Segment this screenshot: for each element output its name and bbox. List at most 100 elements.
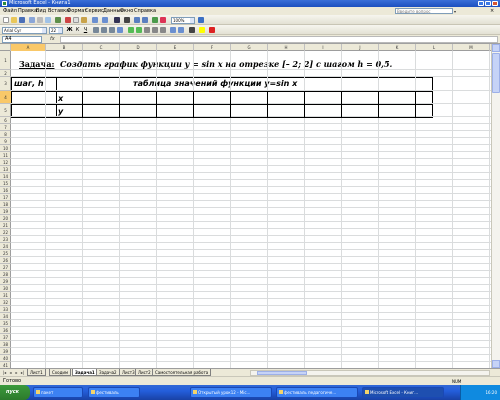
row-header-2[interactable]: 2	[0, 70, 11, 77]
help-icon[interactable]	[198, 17, 204, 23]
row-header-8[interactable]: 8	[0, 131, 11, 138]
menu-tools[interactable]: Сервис	[85, 7, 104, 15]
font-color-icon[interactable]	[209, 27, 215, 33]
row-header-34[interactable]: 34	[0, 313, 11, 320]
save-icon[interactable]	[19, 17, 25, 23]
insert-function-icon[interactable]: fx	[50, 36, 55, 43]
row-header-37[interactable]: 37	[0, 334, 11, 341]
row-header-35[interactable]: 35	[0, 320, 11, 327]
undo-icon[interactable]	[92, 17, 98, 23]
column-header-e[interactable]: E	[157, 44, 194, 51]
row-header-19[interactable]: 19	[0, 208, 11, 215]
scroll-up-button[interactable]	[492, 44, 500, 52]
redo-icon[interactable]	[102, 17, 108, 23]
row-header-16[interactable]: 16	[0, 187, 11, 194]
taskbar-button-2[interactable]: фестиваль	[88, 387, 140, 398]
maximize-button[interactable]	[485, 1, 491, 6]
minimize-button[interactable]	[478, 1, 484, 6]
row-header-18[interactable]: 18	[0, 201, 11, 208]
row-header-4[interactable]: 4	[0, 91, 11, 104]
scroll-down-button[interactable]	[492, 360, 500, 368]
row-header-23[interactable]: 23	[0, 236, 11, 243]
row-header-33[interactable]: 33	[0, 306, 11, 313]
fill-color-icon[interactable]	[199, 27, 205, 33]
row-header-3[interactable]: 3	[0, 77, 11, 91]
currency-icon[interactable]	[128, 27, 134, 33]
row-header-26[interactable]: 26	[0, 257, 11, 264]
row-header-27[interactable]: 27	[0, 264, 11, 271]
hyperlink-icon[interactable]	[114, 17, 120, 23]
row-header-24[interactable]: 24	[0, 243, 11, 250]
name-box[interactable]: A4	[2, 36, 42, 43]
row-header-13[interactable]: 13	[0, 166, 11, 173]
close-button[interactable]	[492, 1, 498, 6]
merge-center-icon[interactable]	[117, 27, 123, 33]
sort-desc-icon[interactable]	[142, 17, 148, 23]
column-header-l[interactable]: L	[416, 44, 453, 51]
row-header-31[interactable]: 31	[0, 292, 11, 299]
cell-area[interactable]: Задача: Создать график функции y = sin x…	[11, 51, 491, 368]
print-icon[interactable]	[37, 17, 43, 23]
row-header-17[interactable]: 17	[0, 194, 11, 201]
align-right-icon[interactable]	[109, 27, 115, 33]
column-header-c[interactable]: C	[83, 44, 120, 51]
align-left-icon[interactable]	[93, 27, 99, 33]
close-workbook-icon[interactable]: ×	[490, 8, 494, 14]
cut-icon[interactable]	[65, 17, 71, 23]
column-header-h[interactable]: H	[268, 44, 305, 51]
help-dropdown-icon[interactable]: ▾	[454, 9, 456, 14]
row-header-30[interactable]: 30	[0, 285, 11, 292]
menu-window[interactable]: Окно	[120, 7, 133, 15]
row-header-36[interactable]: 36	[0, 327, 11, 334]
row-header-5[interactable]: 5	[0, 104, 11, 117]
menu-insert[interactable]: Вставка	[48, 7, 69, 15]
new-icon[interactable]	[3, 17, 9, 23]
row-header-6[interactable]: 6	[0, 117, 11, 124]
column-header-g[interactable]: G	[231, 44, 268, 51]
permission-icon[interactable]	[29, 17, 35, 23]
row-header-25[interactable]: 25	[0, 250, 11, 257]
increase-indent-icon[interactable]	[178, 27, 184, 33]
row-header-29[interactable]: 29	[0, 278, 11, 285]
drawing-icon[interactable]	[160, 17, 166, 23]
chart-wizard-icon[interactable]	[152, 17, 158, 23]
column-header-d[interactable]: D	[120, 44, 157, 51]
column-header-b[interactable]: B	[46, 44, 83, 51]
sheet-tab-2[interactable]: Сходим	[49, 369, 71, 376]
row-header-32[interactable]: 32	[0, 299, 11, 306]
borders-icon[interactable]	[189, 27, 195, 33]
row-header-7[interactable]: 7	[0, 124, 11, 131]
sheet-tab-4[interactable]: Задача2	[96, 369, 120, 376]
start-button[interactable]: пуск	[0, 385, 30, 400]
column-header-f[interactable]: F	[194, 44, 231, 51]
row-header-39[interactable]: 39	[0, 348, 11, 355]
font-size-select[interactable]: 22	[49, 27, 63, 34]
zoom-select[interactable]: 100%	[171, 17, 195, 24]
column-header-i[interactable]: I	[305, 44, 342, 51]
sort-asc-icon[interactable]	[134, 17, 140, 23]
percent-icon[interactable]	[136, 27, 142, 33]
row-header-11[interactable]: 11	[0, 152, 11, 159]
taskbar-button-1[interactable]: пакет	[33, 387, 83, 398]
vertical-scroll-thumb[interactable]	[492, 53, 500, 93]
row-header-9[interactable]: 9	[0, 138, 11, 145]
row-header-38[interactable]: 38	[0, 341, 11, 348]
horizontal-scroll-thumb[interactable]	[257, 371, 307, 375]
print-preview-icon[interactable]	[45, 17, 51, 23]
help-search-input[interactable]: Введите вопрос	[395, 8, 453, 14]
row-header-28[interactable]: 28	[0, 271, 11, 278]
decrease-decimal-icon[interactable]	[160, 27, 166, 33]
row-header-21[interactable]: 21	[0, 222, 11, 229]
row-header-14[interactable]: 14	[0, 173, 11, 180]
sheet-tab-6[interactable]: Лист2	[135, 369, 154, 376]
align-center-icon[interactable]	[101, 27, 107, 33]
row-header-12[interactable]: 12	[0, 159, 11, 166]
decrease-indent-icon[interactable]	[170, 27, 176, 33]
autosum-icon[interactable]	[124, 17, 130, 23]
italic-button[interactable]: К	[74, 27, 81, 34]
comma-style-icon[interactable]	[144, 27, 150, 33]
underline-button[interactable]: Ч	[82, 27, 89, 34]
paste-icon[interactable]	[81, 17, 87, 23]
menu-file[interactable]: Файл	[3, 7, 17, 15]
row-header-1[interactable]: 1	[0, 51, 11, 70]
